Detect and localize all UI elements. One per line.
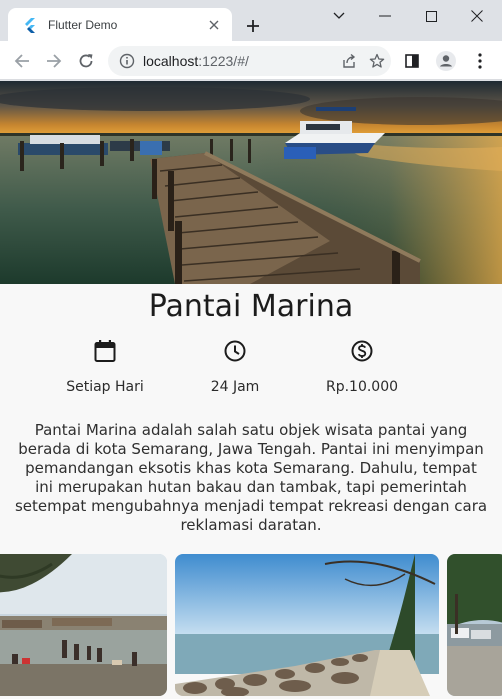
hours-text: 24 Jam bbox=[210, 379, 260, 395]
hero-image bbox=[0, 81, 502, 284]
share-icon bbox=[343, 53, 356, 68]
tab-strip: Flutter Demo bbox=[0, 0, 502, 41]
close-icon bbox=[471, 10, 483, 22]
plus-icon bbox=[247, 20, 259, 32]
flutter-logo-icon bbox=[25, 17, 35, 33]
menu-button[interactable] bbox=[466, 47, 494, 75]
reload-icon bbox=[79, 54, 93, 68]
dollar-icon bbox=[351, 340, 373, 362]
beach-crowd-photo bbox=[0, 554, 167, 696]
browser-tab[interactable]: Flutter Demo bbox=[8, 8, 232, 41]
tab-search-button[interactable] bbox=[316, 2, 362, 30]
info-icon[interactable] bbox=[119, 53, 135, 69]
profile-button[interactable] bbox=[432, 47, 460, 75]
url-host: localhost bbox=[143, 53, 199, 69]
parking-area-photo bbox=[447, 554, 502, 696]
new-tab-button[interactable] bbox=[240, 13, 266, 39]
gallery-image-1[interactable] bbox=[0, 554, 167, 696]
info-schedule: Setiap Hari bbox=[35, 339, 175, 395]
share-button[interactable] bbox=[335, 47, 363, 75]
browser-toolbar: localhost:1223/#/ bbox=[0, 41, 502, 80]
star-icon bbox=[369, 53, 385, 68]
forward-button[interactable] bbox=[40, 47, 68, 75]
page-title: Pantai Marina bbox=[148, 289, 354, 324]
rocky-breakwater-photo bbox=[175, 554, 439, 696]
arrow-right-icon bbox=[47, 54, 62, 68]
maximize-button[interactable] bbox=[408, 2, 454, 30]
more-vert-icon bbox=[478, 53, 482, 69]
close-window-button[interactable] bbox=[454, 2, 500, 30]
minimize-icon bbox=[379, 15, 391, 17]
page-viewport: Pantai Marina Setiap Hari 24 Jam Rp.10.0… bbox=[0, 81, 502, 699]
bookmark-button[interactable] bbox=[363, 47, 391, 75]
schedule-text: Setiap Hari bbox=[66, 379, 144, 395]
close-tab-button[interactable] bbox=[200, 11, 228, 39]
url-text[interactable]: localhost:1223/#/ bbox=[143, 53, 335, 69]
avatar-icon bbox=[436, 51, 456, 71]
side-panel-button[interactable] bbox=[398, 47, 426, 75]
info-hours: 24 Jam bbox=[165, 339, 305, 395]
minimize-button[interactable] bbox=[362, 2, 408, 30]
close-icon bbox=[209, 20, 219, 29]
side-panel-icon bbox=[405, 54, 419, 68]
place-description: Pantai Marina adalah salah satu objek wi… bbox=[14, 421, 488, 534]
gallery-image-2[interactable] bbox=[175, 554, 439, 696]
reload-button[interactable] bbox=[72, 47, 100, 75]
clock-icon bbox=[224, 340, 246, 362]
tab-title: Flutter Demo bbox=[48, 17, 118, 32]
chevron-down-icon bbox=[333, 12, 345, 19]
url-path: :1223/#/ bbox=[198, 53, 249, 69]
maximize-icon bbox=[425, 10, 437, 22]
back-button[interactable] bbox=[8, 47, 36, 75]
calendar-icon bbox=[94, 340, 116, 362]
info-price: Rp.10.000 bbox=[292, 339, 432, 395]
gallery-image-3[interactable] bbox=[447, 554, 502, 696]
address-bar[interactable]: localhost:1223/#/ bbox=[108, 46, 391, 76]
price-text: Rp.10.000 bbox=[325, 379, 399, 395]
arrow-left-icon bbox=[14, 54, 29, 68]
